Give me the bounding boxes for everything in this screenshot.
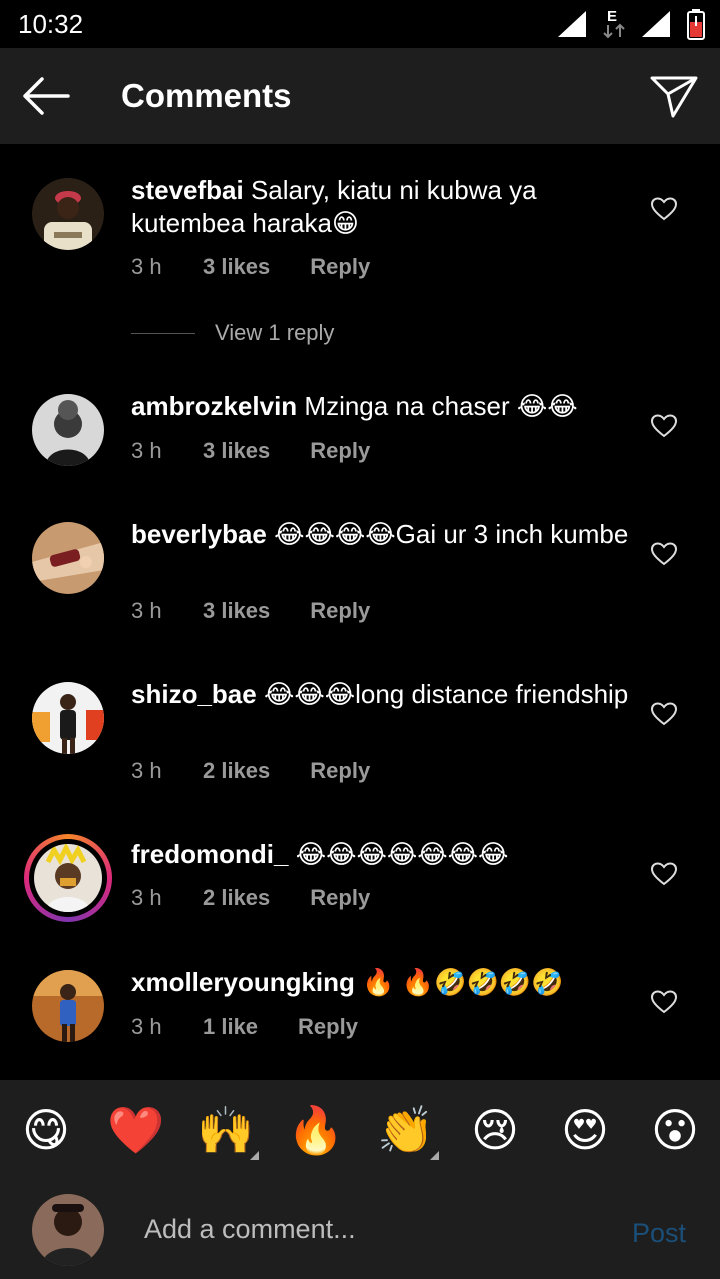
page-title: Comments <box>121 77 292 114</box>
comment-text: 😂😂😂long distance friendship <box>263 679 629 709</box>
avatar[interactable] <box>32 970 104 1042</box>
post-button[interactable]: Post <box>632 1218 686 1249</box>
replies-divider <box>131 332 195 334</box>
heart-icon[interactable] <box>651 862 677 886</box>
heart-icon[interactable] <box>651 990 677 1014</box>
avatar[interactable] <box>32 394 104 466</box>
paper-plane-icon <box>650 76 698 118</box>
view-replies-label: View 1 reply <box>215 320 335 345</box>
emoji-fire-button[interactable]: 🔥 <box>287 1102 344 1158</box>
share-button[interactable] <box>648 72 700 120</box>
reply-button[interactable]: Reply <box>310 885 370 911</box>
comment-time: 3 h <box>131 598 162 623</box>
comment-username[interactable]: stevefbai <box>131 175 244 205</box>
comment-meta: 3 h 2 likes Reply <box>131 885 370 911</box>
comment-body: stevefbai Salary, kiatu ni kubwa ya kute… <box>131 174 631 240</box>
comment-meta: 3 h 3 likes Reply <box>131 438 370 464</box>
comment-username[interactable]: ambrozkelvin <box>131 391 297 421</box>
comment-time: 3 h <box>131 885 162 910</box>
skin-tone-indicator <box>250 1151 259 1160</box>
arrow-left-icon <box>23 77 70 115</box>
emoji-raised-hands-glyph: 🙌 <box>197 1104 255 1156</box>
heart-icon[interactable] <box>651 197 677 221</box>
avatar-story-ring[interactable] <box>24 834 112 922</box>
reply-button[interactable]: Reply <box>310 598 370 624</box>
comment-time: 3 h <box>131 758 162 783</box>
reply-button[interactable]: Reply <box>298 1014 358 1040</box>
comment-body: shizo_bae 😂😂😂long distance friendship <box>131 678 631 711</box>
comment-likes[interactable]: 2 likes <box>203 885 270 911</box>
comment-username[interactable]: xmolleryoungking <box>131 967 355 997</box>
battery-icon <box>687 9 705 40</box>
app-header: Comments <box>0 48 720 144</box>
view-replies-button[interactable]: View 1 reply <box>131 320 334 346</box>
emoji-clap-button[interactable]: 👏 <box>377 1102 439 1160</box>
status-bar: 10:32 E <box>0 0 720 48</box>
comment-likes[interactable]: 3 likes <box>203 598 270 624</box>
comment-text: 😂😂😂😂😂😂😂 <box>295 839 509 869</box>
heart-icon[interactable] <box>651 542 677 566</box>
comment-time: 3 h <box>131 1014 162 1039</box>
emoji-heart-eyes-button[interactable]: 😍 <box>557 1102 613 1158</box>
heart-icon[interactable] <box>651 702 677 726</box>
avatar[interactable] <box>32 522 104 594</box>
emoji-surprised-button[interactable]: 😮 <box>647 1102 703 1158</box>
reply-button[interactable]: Reply <box>310 254 370 280</box>
comment-time: 3 h <box>131 254 162 279</box>
comment-username[interactable]: beverlybae <box>131 519 267 549</box>
comment-body: ambrozkelvin Mzinga na chaser 😂😂 <box>131 390 631 423</box>
comment-text: 🔥 🔥🤣🤣🤣🤣 <box>362 967 564 997</box>
comments-list[interactable]: stevefbai Salary, kiatu ni kubwa ya kute… <box>0 144 720 1080</box>
comment-composer: Add a comment... Post <box>0 1180 720 1279</box>
reply-button[interactable]: Reply <box>310 438 370 464</box>
signal-icon <box>558 11 586 37</box>
comment-likes[interactable]: 3 likes <box>203 254 270 280</box>
comment-username[interactable]: fredomondi_ <box>131 839 288 869</box>
emoji-raised-hands-button[interactable]: 🙌 <box>197 1102 259 1160</box>
emoji-cry-button[interactable]: 😢 <box>467 1102 523 1158</box>
avatar[interactable] <box>32 682 104 754</box>
status-time: 10:32 <box>18 9 84 39</box>
quick-emoji-bar: 😋 ❤️ 🙌 🔥 👏 😢 😍 😮 <box>0 1080 720 1180</box>
back-button[interactable] <box>20 74 76 118</box>
comment-body: xmolleryoungking 🔥 🔥🤣🤣🤣🤣 <box>131 966 631 999</box>
current-user-avatar <box>32 1194 104 1266</box>
heart-icon[interactable] <box>651 414 677 438</box>
comment-text: 😂😂😂😂Gai ur 3 inch kumbe <box>274 519 629 549</box>
comment-username[interactable]: shizo_bae <box>131 679 257 709</box>
emoji-clap-glyph: 👏 <box>377 1104 435 1156</box>
comment-meta: 3 h 2 likes Reply <box>131 758 370 784</box>
reply-button[interactable]: Reply <box>310 758 370 784</box>
comment-body: beverlybae 😂😂😂😂Gai ur 3 inch kumbe <box>131 518 631 551</box>
signal-icon-2 <box>642 11 670 37</box>
comment-input[interactable]: Add a comment... <box>144 1214 356 1245</box>
network-type-icon: E <box>602 8 626 40</box>
comment-text: Mzinga na chaser 😂😂 <box>304 391 578 421</box>
comment-likes[interactable]: 2 likes <box>203 758 270 784</box>
avatar <box>34 844 102 912</box>
comment-time: 3 h <box>131 438 162 463</box>
comment-meta: 3 h 3 likes Reply <box>131 254 370 280</box>
comment-likes[interactable]: 1 like <box>203 1014 258 1040</box>
skin-tone-indicator <box>430 1151 439 1160</box>
comment-meta: 3 h 1 like Reply <box>131 1014 358 1040</box>
status-icons: E <box>556 8 706 40</box>
emoji-heart-button[interactable]: ❤️ <box>107 1102 164 1158</box>
avatar[interactable] <box>32 178 104 250</box>
emoji-yum-button[interactable]: 😋 <box>18 1102 74 1158</box>
comment-body: fredomondi_ 😂😂😂😂😂😂😂 <box>131 838 631 871</box>
comment-meta: 3 h 3 likes Reply <box>131 598 370 624</box>
comment-likes[interactable]: 3 likes <box>203 438 270 464</box>
